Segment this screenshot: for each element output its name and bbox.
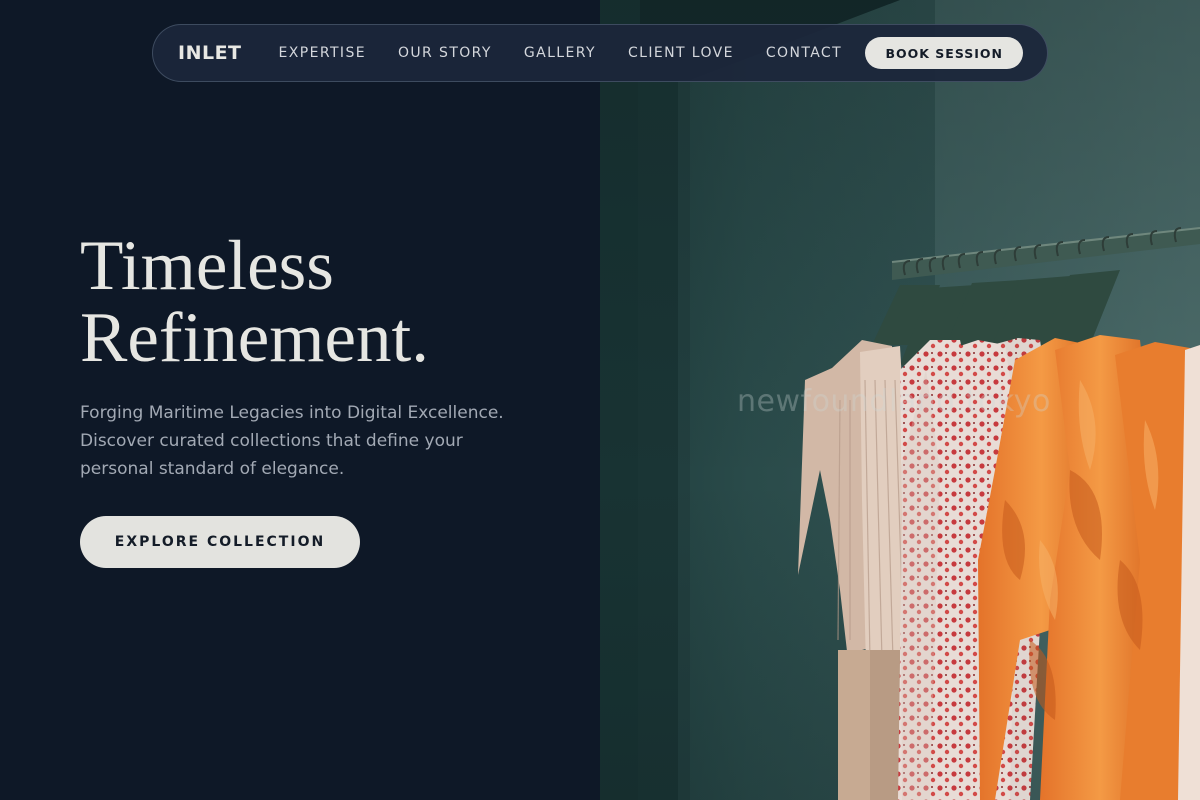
book-session-button[interactable]: BOOK SESSION <box>865 37 1023 69</box>
nav-link-client-love[interactable]: CLIENT LOVE <box>628 45 734 61</box>
nav-link-contact[interactable]: CONTACT <box>766 45 842 61</box>
nav-link-expertise[interactable]: EXPERTISE <box>279 45 366 61</box>
hero-image: newfoundland.tokyo <box>600 0 1200 800</box>
nav-link-gallery[interactable]: GALLERY <box>524 45 596 61</box>
explore-collection-button[interactable]: EXPLORE COLLECTION <box>80 516 360 568</box>
brand-logo[interactable]: INLET <box>178 42 242 64</box>
nav-link-our-story[interactable]: OUR STORY <box>398 45 492 61</box>
hero-title-line-1: Timeless <box>80 227 334 305</box>
hero-description: Forging Maritime Legacies into Digital E… <box>80 403 504 479</box>
main-navbar: INLET EXPERTISE OUR STORY GALLERY CLIENT… <box>152 24 1048 82</box>
hero-title: Timeless Refinement. <box>80 230 429 374</box>
hero-title-line-2: Refinement. <box>80 299 429 377</box>
watermark-text: newfoundland.tokyo <box>737 384 1051 419</box>
